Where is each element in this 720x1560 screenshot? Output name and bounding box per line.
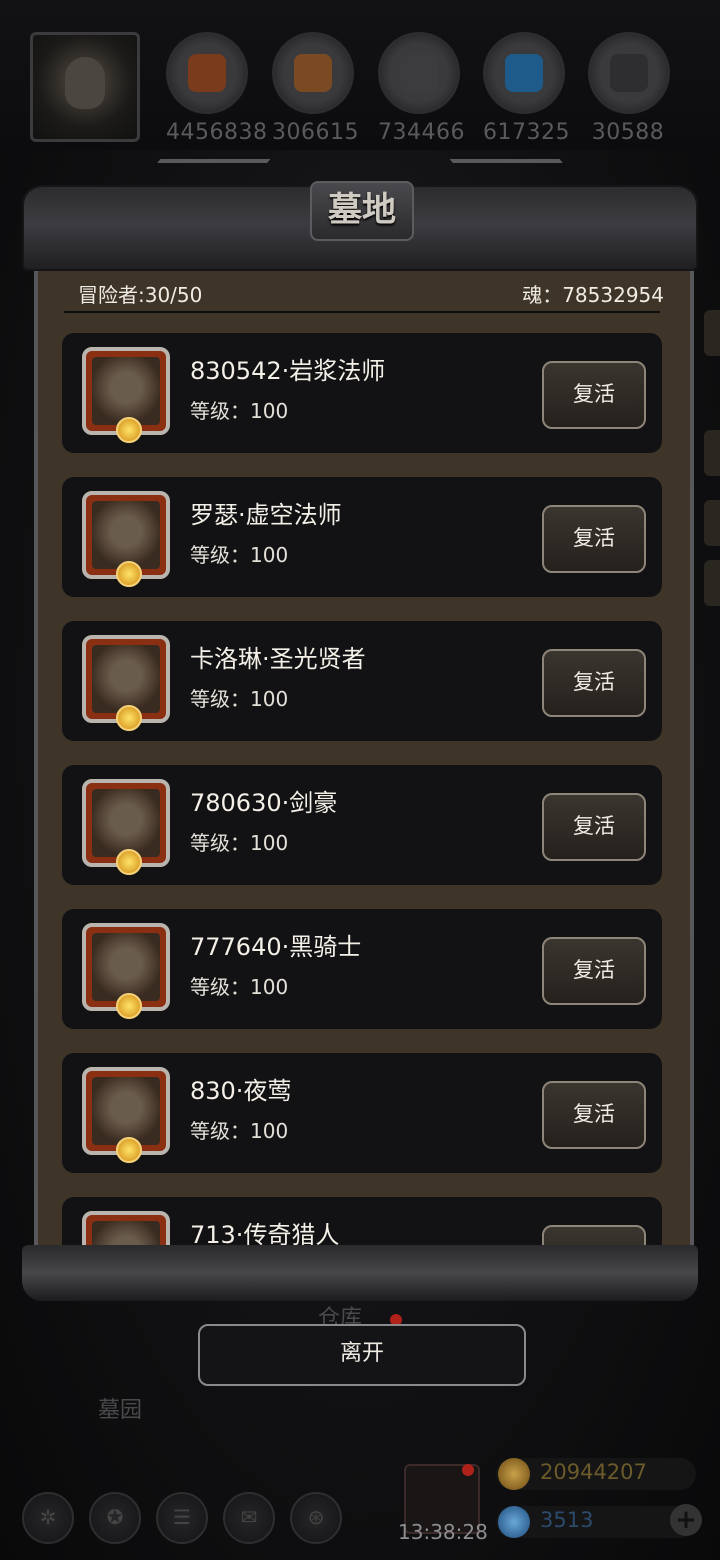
revive-button[interactable]: 复活 bbox=[542, 361, 646, 429]
panel-frame-bottom bbox=[22, 1245, 698, 1301]
revive-button[interactable]: 复活 bbox=[542, 937, 646, 1005]
resource-ingot: 30588 bbox=[588, 32, 670, 145]
hero-name: 830·夜莺 bbox=[190, 1077, 292, 1105]
ingot-icon bbox=[588, 32, 670, 114]
cemetery-label[interactable]: 墓园 bbox=[98, 1392, 142, 1424]
hero-portrait[interactable] bbox=[82, 779, 170, 875]
hero-name: 830542·岩浆法师 bbox=[190, 357, 386, 385]
revive-button[interactable]: 复活 bbox=[542, 1225, 646, 1247]
side-tab[interactable] bbox=[704, 500, 720, 546]
gem-balance: 3513 bbox=[496, 1506, 696, 1538]
hero-portrait[interactable] bbox=[82, 347, 170, 443]
gem-icon bbox=[116, 849, 142, 875]
gem-icon bbox=[116, 561, 142, 587]
hero-portrait[interactable] bbox=[82, 1211, 170, 1247]
resource-value: 617325 bbox=[483, 120, 570, 145]
gem-icon bbox=[116, 705, 142, 731]
plus-icon[interactable]: + bbox=[670, 1504, 702, 1536]
divider bbox=[64, 311, 660, 313]
player-avatar[interactable] bbox=[30, 32, 140, 142]
panel-body: 冒险者:30/50 魂：78532954 830542·岩浆法师 等级：100 … bbox=[34, 237, 694, 1247]
resource-iron: 734466 bbox=[378, 32, 465, 145]
gold-icon bbox=[498, 1458, 530, 1490]
hero-row: 830·夜莺 等级：100 复活 bbox=[62, 1053, 662, 1173]
hero-level: 等级：100 bbox=[190, 687, 289, 711]
iron-icon bbox=[378, 32, 460, 114]
hero-level: 等级：100 bbox=[190, 543, 289, 567]
resource-value: 306615 bbox=[272, 120, 359, 145]
star-icon[interactable]: ✪ bbox=[89, 1492, 141, 1544]
side-tab[interactable] bbox=[704, 560, 720, 606]
hero-level: 等级：100 bbox=[190, 399, 289, 423]
revive-button[interactable]: 复活 bbox=[542, 649, 646, 717]
hero-row: 卡洛琳·圣光贤者 等级：100 复活 bbox=[62, 621, 662, 741]
revive-button[interactable]: 复活 bbox=[542, 505, 646, 573]
panel-title: 墓地 bbox=[310, 181, 414, 241]
notification-dot bbox=[462, 1464, 474, 1476]
hero-row: 777640·黑骑士 等级：100 复活 bbox=[62, 909, 662, 1029]
hero-name: 713·传奇猎人 bbox=[190, 1221, 340, 1247]
side-tab[interactable] bbox=[704, 310, 720, 356]
hero-row: 780630·剑豪 等级：100 复活 bbox=[62, 765, 662, 885]
gem-value: 3513 bbox=[540, 1508, 594, 1532]
hero-portrait[interactable] bbox=[82, 923, 170, 1019]
revive-button[interactable]: 复活 bbox=[542, 1081, 646, 1149]
gem-icon bbox=[116, 993, 142, 1019]
gear-icon[interactable]: ✲ bbox=[22, 1492, 74, 1544]
hero-list[interactable]: 830542·岩浆法师 等级：100 复活 罗瑟·虚空法师 等级：100 复活 … bbox=[62, 333, 662, 1247]
resource-wood: 306615 bbox=[272, 32, 359, 145]
hero-portrait[interactable] bbox=[82, 1067, 170, 1163]
adventurer-count: 冒险者:30/50 bbox=[78, 283, 203, 307]
hero-portrait[interactable] bbox=[82, 635, 170, 731]
scroll-icon[interactable]: ☰ bbox=[156, 1492, 208, 1544]
gold-balance: 20944207 bbox=[496, 1458, 696, 1490]
resource-value: 734466 bbox=[378, 120, 465, 145]
soul-count: 魂：78532954 bbox=[522, 283, 664, 307]
resource-meat: 4456838 bbox=[166, 32, 268, 145]
leave-button[interactable]: 离开 bbox=[198, 1324, 526, 1386]
panel-frame-top: 墓地 bbox=[22, 181, 698, 271]
hero-row: 713·传奇猎人 复活 bbox=[62, 1197, 662, 1247]
resource-value: 30588 bbox=[591, 120, 665, 145]
hero-name: 777640·黑骑士 bbox=[190, 933, 362, 961]
clock-time: 13:38:28 bbox=[398, 1520, 488, 1544]
hero-name: 卡洛琳·圣光贤者 bbox=[190, 645, 366, 673]
hero-level: 等级：100 bbox=[190, 831, 289, 855]
panel-header: 冒险者:30/50 魂：78532954 bbox=[64, 275, 664, 311]
gold-value: 20944207 bbox=[540, 1460, 647, 1484]
revive-button[interactable]: 复活 bbox=[542, 793, 646, 861]
hero-row: 罗瑟·虚空法师 等级：100 复活 bbox=[62, 477, 662, 597]
resource-value: 4456838 bbox=[166, 120, 268, 145]
gem-icon bbox=[498, 1506, 530, 1538]
resource-crystal: 617325 bbox=[483, 32, 570, 145]
mail-icon[interactable]: ✉ bbox=[223, 1492, 275, 1544]
compass-icon[interactable]: ⊛ bbox=[290, 1492, 342, 1544]
hero-level: 等级：100 bbox=[190, 975, 289, 999]
hero-portrait[interactable] bbox=[82, 491, 170, 587]
hero-level: 等级：100 bbox=[190, 1119, 289, 1143]
hero-name: 780630·剑豪 bbox=[190, 789, 338, 817]
avatar-face bbox=[65, 57, 105, 109]
side-tab[interactable] bbox=[704, 430, 720, 476]
wood-icon bbox=[272, 32, 354, 114]
graveyard-panel: 冒险者:30/50 魂：78532954 830542·岩浆法师 等级：100 … bbox=[22, 181, 698, 1301]
gem-icon bbox=[116, 1137, 142, 1163]
gem-icon bbox=[116, 417, 142, 443]
resource-bar: 4456838 306615 734466 617325 30588 bbox=[0, 0, 720, 150]
hero-name: 罗瑟·虚空法师 bbox=[190, 501, 342, 529]
crystal-icon bbox=[483, 32, 565, 114]
meat-icon bbox=[166, 32, 248, 114]
hero-row: 830542·岩浆法师 等级：100 复活 bbox=[62, 333, 662, 453]
